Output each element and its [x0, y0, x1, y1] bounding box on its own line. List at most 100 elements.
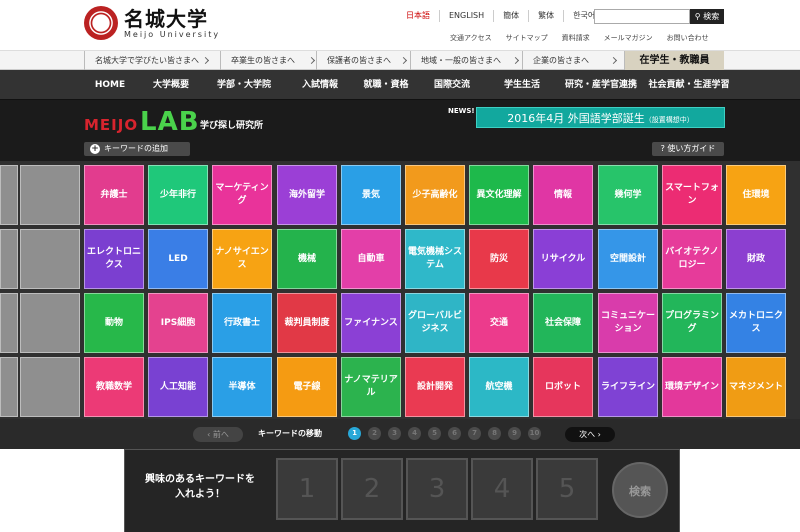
link-request[interactable]: 資料請求	[562, 33, 590, 43]
news-banner[interactable]: 2016年4月 外国語学部誕生（設置構想中）	[476, 107, 725, 128]
page-dot[interactable]: 9	[508, 427, 521, 440]
keyword-tile[interactable]: 航空機	[469, 357, 529, 417]
nav-faculties[interactable]: 学部・大学院	[206, 70, 282, 100]
keyword-tile[interactable]: 財政	[726, 229, 786, 289]
keyword-tile[interactable]: 空間設計	[598, 229, 658, 289]
lang-japanese[interactable]: 日本語	[400, 10, 439, 22]
keyword-tile[interactable]: 設計開発	[405, 357, 465, 417]
keyword-tile[interactable]: 半導体	[212, 357, 272, 417]
keyword-tile[interactable]: 異文化理解	[469, 165, 529, 225]
keyword-tile[interactable]: 電気機械システム	[405, 229, 465, 289]
keyword-tile[interactable]: 教職数学	[84, 357, 144, 417]
search-input[interactable]	[594, 9, 690, 24]
keyword-tile[interactable]: ライフライン	[598, 357, 658, 417]
keyword-tile[interactable]: 動物	[84, 293, 144, 353]
keyword-tile[interactable]: 環境デザイン	[662, 357, 722, 417]
page-dot[interactable]: 10	[528, 427, 541, 440]
keyword-tile[interactable]: 行政書士	[212, 293, 272, 353]
nav-home[interactable]: HOME	[84, 70, 136, 100]
keyword-slot[interactable]: 2	[341, 458, 403, 520]
nav-international[interactable]: 国際交流	[424, 70, 480, 100]
link-access[interactable]: 交通アクセス	[450, 33, 492, 43]
lang-english[interactable]: ENGLISH	[439, 10, 493, 22]
keyword-tile[interactable]: グローバルビジネス	[405, 293, 465, 353]
keyword-tile[interactable]: 自動車	[341, 229, 401, 289]
audience-prospective[interactable]: 名城大学で学びたい皆さまへ	[84, 51, 214, 71]
keyword-tile[interactable]: 弁護士	[84, 165, 144, 225]
keyword-tile[interactable]: 住環境	[726, 165, 786, 225]
lang-traditional-chinese[interactable]: 繁体	[528, 10, 563, 22]
keyword-tile[interactable]: ナノサイエンス	[212, 229, 272, 289]
link-contact[interactable]: お問い合わせ	[667, 33, 709, 43]
keyword-tile[interactable]: 少子高齢化	[405, 165, 465, 225]
keyword-tile[interactable]: プログラミング	[662, 293, 722, 353]
keyword-tile[interactable]: ロボット	[533, 357, 593, 417]
keyword-tile[interactable]: ナノマテリアル	[341, 357, 401, 417]
audience-students-staff[interactable]: 在学生・教職員	[624, 51, 724, 71]
page-dot[interactable]: 3	[388, 427, 401, 440]
keyword-tile[interactable]: 情報	[533, 165, 593, 225]
keyword-tile[interactable]: 交通	[469, 293, 529, 353]
plus-icon: +	[90, 144, 100, 154]
page-dot[interactable]: 2	[368, 427, 381, 440]
page-dot[interactable]: 7	[468, 427, 481, 440]
keyword-tile[interactable]: バイオテクノロジー	[662, 229, 722, 289]
news-text: 2016年4月 外国語学部誕生	[507, 112, 645, 125]
keyword-tile[interactable]: ファイナンス	[341, 293, 401, 353]
nav-about[interactable]: 大学概要	[142, 70, 200, 100]
usage-guide-button[interactable]: ? 使い方ガイド	[652, 142, 724, 156]
link-sitemap[interactable]: サイトマップ	[506, 33, 548, 43]
audience-community[interactable]: 地域・一般の皆さまへ	[410, 51, 524, 71]
keyword-tile[interactable]: エレクトロニクス	[84, 229, 144, 289]
audience-alumni[interactable]: 卒業生の皆さまへ	[220, 51, 320, 71]
keyword-tile[interactable]: メカトロニクス	[726, 293, 786, 353]
prev-button[interactable]: ‹ 前へ	[193, 427, 243, 442]
keyword-tile[interactable]: マネジメント	[726, 357, 786, 417]
keyword-tile[interactable]: リサイクル	[533, 229, 593, 289]
language-switcher: 日本語 ENGLISH 簡体 繁体 한국어	[400, 10, 604, 22]
keyword-slot[interactable]: 1	[276, 458, 338, 520]
keyword-tile[interactable]: 幾何学	[598, 165, 658, 225]
page-dot[interactable]: 1	[348, 427, 361, 440]
keyword-tile[interactable]: 海外留学	[277, 165, 337, 225]
search-button[interactable]: ⚲ 検索	[690, 9, 724, 24]
keyword-tile[interactable]: 防災	[469, 229, 529, 289]
link-mailmagazine[interactable]: メールマガジン	[604, 33, 653, 43]
next-button[interactable]: 次へ ›	[565, 427, 615, 442]
keyword-tile[interactable]: LED	[148, 229, 208, 289]
keyword-tile[interactable]: 電子線	[277, 357, 337, 417]
nav-careers[interactable]: 就職・資格	[356, 70, 416, 100]
news-label: NEWS!	[448, 107, 475, 115]
keyword-tile[interactable]: 社会保障	[533, 293, 593, 353]
keyword-tile[interactable]: コミュニケーション	[598, 293, 658, 353]
add-keyword-button[interactable]: + キーワードの追加	[84, 142, 190, 156]
page-dot[interactable]: 8	[488, 427, 501, 440]
keyword-slot[interactable]: 5	[536, 458, 598, 520]
pager-label: キーワードの移動	[258, 429, 322, 438]
page-dot[interactable]: 4	[408, 427, 421, 440]
university-logo[interactable]: 名城大学 Meijo University	[84, 6, 220, 40]
keyword-tile[interactable]: IPS細胞	[148, 293, 208, 353]
keyword-tile[interactable]: 機械	[277, 229, 337, 289]
page-dot[interactable]: 6	[448, 427, 461, 440]
audience-parents[interactable]: 保護者の皆さまへ	[316, 51, 412, 71]
nav-admissions[interactable]: 入試情報	[290, 70, 350, 100]
lang-simplified-chinese[interactable]: 簡体	[493, 10, 528, 22]
keyword-tile[interactable]: マーケティング	[212, 165, 272, 225]
keyword-tile[interactable]: 人工知能	[148, 357, 208, 417]
nav-social[interactable]: 社会貢献・生涯学習	[644, 70, 734, 100]
keyword-slot[interactable]: 3	[406, 458, 468, 520]
keyword-tile[interactable]: 景気	[341, 165, 401, 225]
keyword-grid: 弁護士 少年非行 マーケティング 海外留学 景気 少子高齢化 異文化理解 情報 幾何学 スマートフ…	[0, 161, 800, 419]
ghost-tile	[0, 165, 18, 225]
keyword-tile[interactable]: 少年非行	[148, 165, 208, 225]
site-header: 名城大学 Meijo University 日本語 ENGLISH 簡体 繁体 …	[0, 0, 800, 50]
page-dot[interactable]: 5	[428, 427, 441, 440]
nav-student-life[interactable]: 学生生活	[494, 70, 550, 100]
audience-business[interactable]: 企業の皆さまへ	[522, 51, 622, 71]
keyword-search-button[interactable]: 検索	[612, 462, 668, 518]
keyword-tile[interactable]: 裁判員制度	[277, 293, 337, 353]
keyword-tile[interactable]: スマートフォン	[662, 165, 722, 225]
nav-research[interactable]: 研究・産学官連携	[560, 70, 642, 100]
keyword-slot[interactable]: 4	[471, 458, 533, 520]
